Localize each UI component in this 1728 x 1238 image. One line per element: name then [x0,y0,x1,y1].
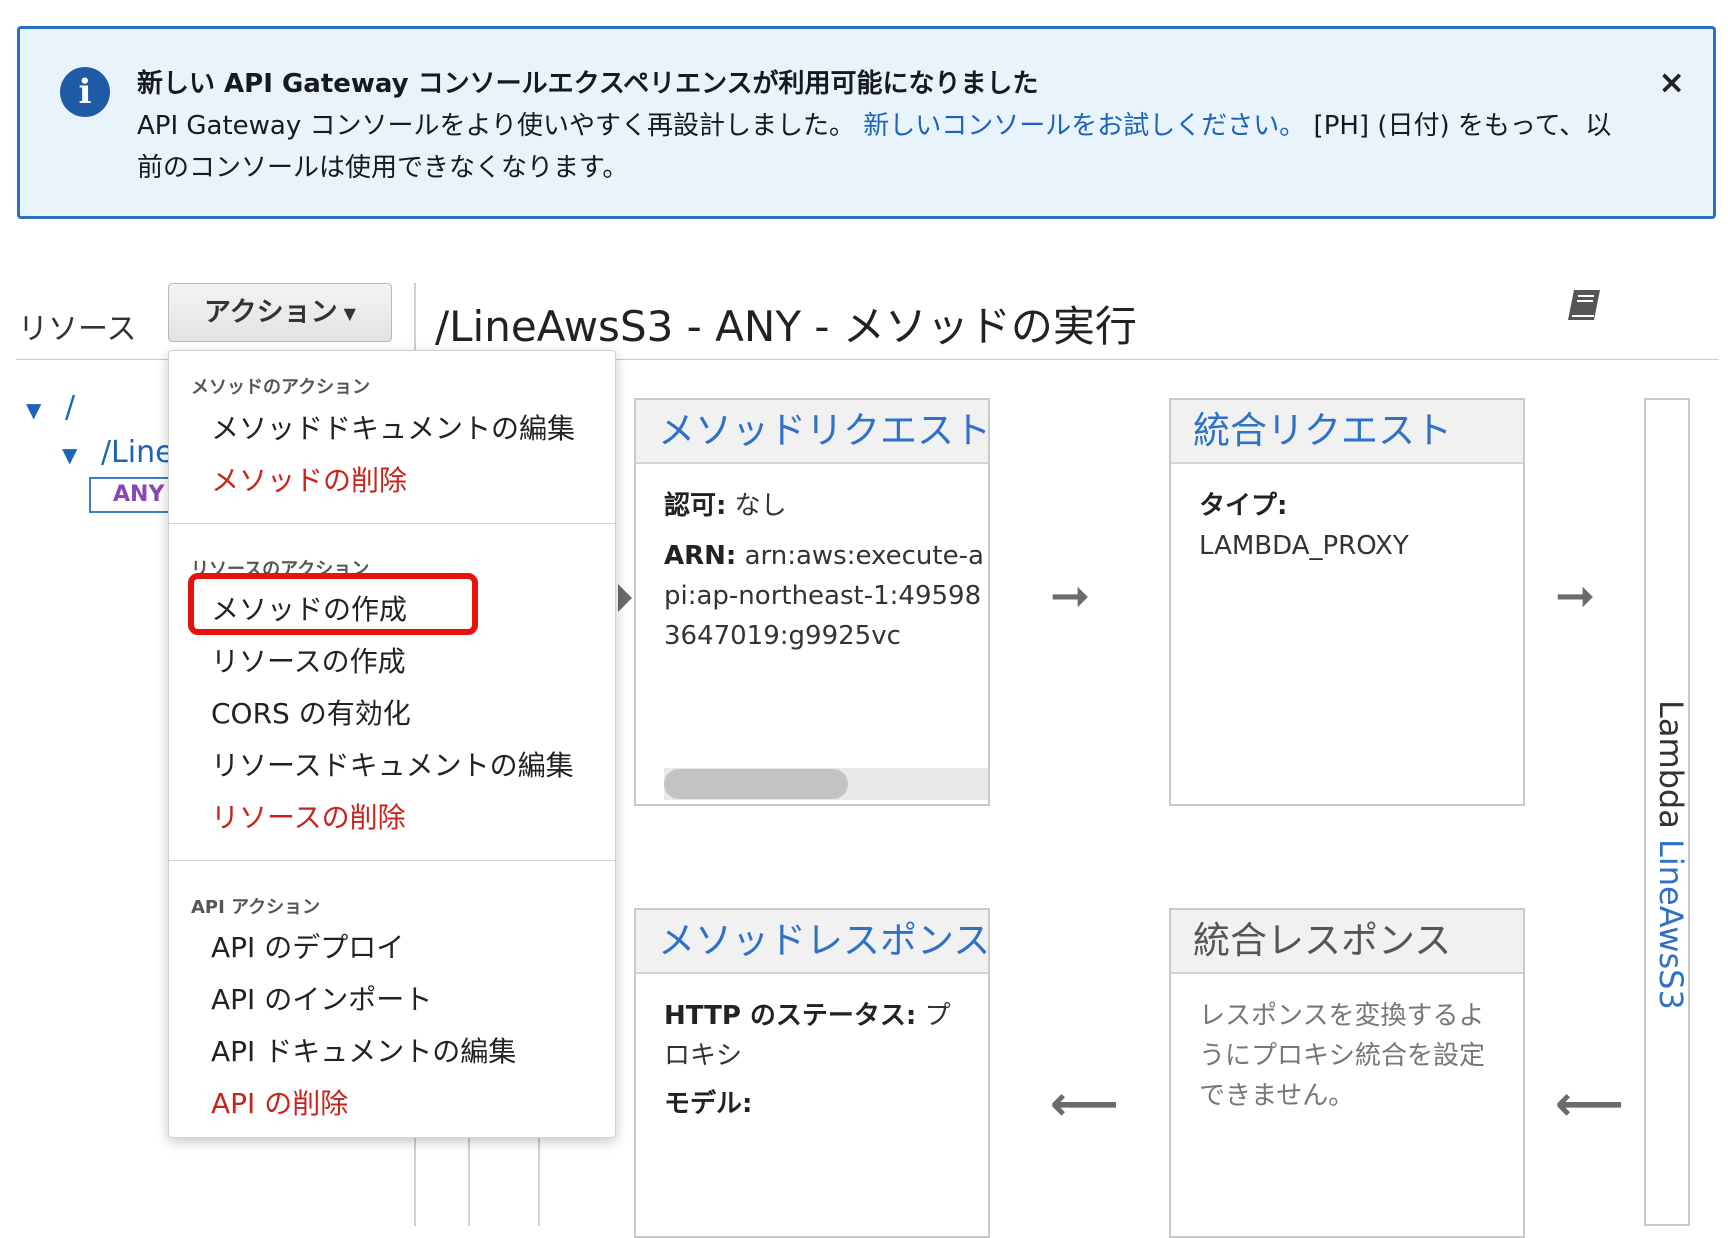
info-icon: i [60,67,110,117]
caret-down-icon[interactable]: ▼ [26,398,41,422]
banner-title: 新しい API Gateway コンソールエクスペリエンスが利用可能になりました [137,69,1039,99]
caret-down-icon[interactable]: ▼ [62,443,77,467]
integration-request-title[interactable]: 統合リクエスト [1171,400,1523,464]
tree-item-root[interactable]: ▼ / [26,390,75,425]
delete-method-item[interactable]: メソッドの削除 [211,459,407,499]
banner-body-text: API Gateway コンソールをより使いやすく再設計しました。 [137,111,864,141]
actions-button[interactable]: アクション ▼ [168,283,392,342]
integration-response-title: 統合レスポンス [1171,910,1523,974]
method-response-title[interactable]: メソッドレスポンス [636,910,988,974]
edit-api-docs-item[interactable]: API ドキュメントの編集 [211,1030,516,1070]
auth-label: 認可: [664,491,727,521]
auth-value: なし [734,491,787,521]
delete-api-item[interactable]: API の削除 [211,1082,348,1122]
method-response-box[interactable]: メソッドレスポンス HTTP のステータス: プロキシ モデル: [634,908,990,1238]
flow-line [538,1135,540,1226]
integration-request-body: タイプ: LAMBDA_PROXY [1171,464,1523,588]
method-request-box[interactable]: メソッドリクエスト 認可: なし ARN: arn:aws:execute-ap… [634,398,990,806]
edit-resource-docs-item[interactable]: リソースドキュメントの編集 [211,744,574,784]
lambda-function-link[interactable]: LineAwsS3 [1652,839,1690,1010]
banner-body: API Gateway コンソールをより使いやすく再設計しました。 新しいコンソ… [137,105,1637,189]
integration-response-box[interactable]: 統合レスポンス レスポンスを変換するようにプロキシ統合を設定できません。 [1169,908,1525,1238]
try-new-console-link[interactable]: 新しいコンソールをお試しください。 [863,111,1305,141]
chevron-down-icon: ▼ [343,304,356,323]
flow-line [468,1135,470,1226]
highlight-annotation [188,573,478,635]
integration-request-box[interactable]: 統合リクエスト タイプ: LAMBDA_PROXY [1169,398,1525,806]
create-resource-item[interactable]: リソースの作成 [211,640,406,680]
arrow-right-icon: ➞ [1050,568,1091,624]
method-response-body: HTTP のステータス: プロキシ モデル: [636,974,988,1146]
arrow-right-icon: ➞ [1555,568,1596,624]
actions-button-label: アクション [204,297,338,328]
method-actions-heading: メソッドのアクション [191,377,371,398]
integration-response-body: レスポンスを変換するようにプロキシ統合を設定できません。 [1171,974,1523,1138]
integration-response-note: レスポンスを変換するようにプロキシ統合を設定できません。 [1199,1001,1486,1111]
type-value: LAMBDA_PROXY [1199,531,1409,561]
api-actions-heading: API アクション [191,897,321,918]
delete-resource-item[interactable]: リソースの削除 [211,796,406,836]
method-request-body: 認可: なし ARN: arn:aws:execute-api:ap-north… [636,464,988,678]
deploy-api-item[interactable]: API のデプロイ [211,926,404,966]
arrow-left-icon: ⟵ [1555,1076,1624,1132]
menu-separator [169,860,615,861]
menu-separator [169,523,615,524]
method-request-title[interactable]: メソッドリクエスト [636,400,988,464]
scrollbar-thumb[interactable] [664,769,848,799]
horizontal-scrollbar[interactable] [664,768,988,800]
type-label: タイプ: [1199,491,1288,521]
lambda-prefix: Lambda [1652,700,1690,840]
lambda-label: Lambda LineAwsS3 [1652,700,1690,1010]
arrow-right-icon [618,584,632,612]
page-title: /LineAwsS3 - ANY - メソッドの実行 [435,302,1137,351]
enable-cors-item[interactable]: CORS の有効化 [211,692,411,732]
model-label: モデル: [664,1089,753,1119]
close-icon[interactable]: × [1658,63,1685,101]
arrow-left-icon: ⟵ [1050,1076,1119,1132]
import-api-item[interactable]: API のインポート [211,978,432,1018]
info-banner: i 新しい API Gateway コンソールエクスペリエンスが利用可能になりま… [17,26,1716,219]
book-icon[interactable] [1564,286,1604,326]
edit-method-docs-item[interactable]: メソッドドキュメントの編集 [211,407,575,447]
arn-label: ARN: [664,541,737,571]
tree-root-label: / [64,390,76,425]
resources-label: リソース [18,312,137,347]
status-label: HTTP のステータス: [664,1001,917,1031]
method-any-badge[interactable]: ANY [89,477,179,513]
actions-dropdown-menu: メソッドのアクション メソッドドキュメントの編集 メソッドの削除 リソースのアク… [168,350,616,1138]
